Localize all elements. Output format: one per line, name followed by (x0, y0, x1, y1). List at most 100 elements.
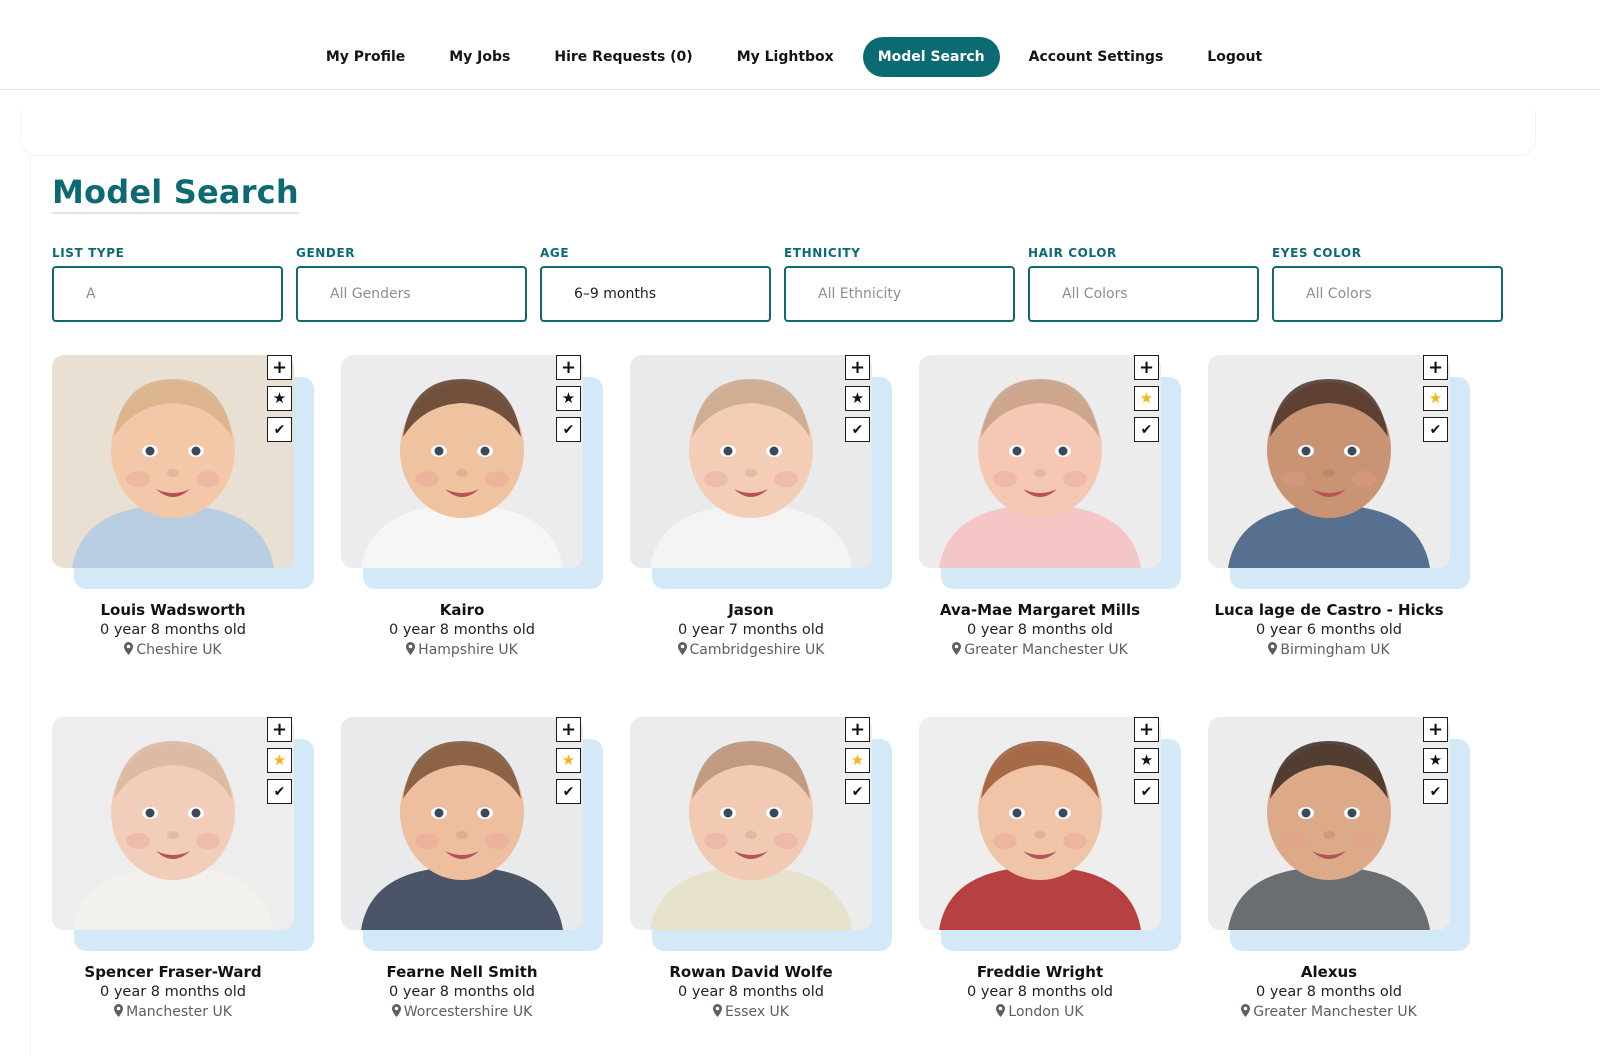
nav-account-settings[interactable]: Account Settings (1014, 37, 1179, 77)
location-text: Greater Manchester UK (1253, 1004, 1417, 1020)
add-to-list-button[interactable]: + (556, 717, 581, 742)
model-name[interactable]: Ava-Mae Margaret Mills (919, 601, 1161, 619)
model-card[interactable]: + ★ ✔ Jason 0 year 7 months old Cambridgeshir… (630, 355, 892, 675)
add-to-list-button[interactable]: + (845, 355, 870, 380)
model-photo[interactable] (341, 717, 583, 930)
filter-label: ETHNICITY (784, 246, 861, 260)
filter-ethnicity: ETHNICITY All Ethnicity (784, 246, 1015, 322)
model-location: Cheshire UK (52, 642, 294, 658)
model-card[interactable]: + ★ ✔ Alexus 0 year 8 months old Greater Manc… (1208, 717, 1470, 1037)
favorite-button[interactable]: ★ (556, 386, 581, 411)
filter-list-type: LIST TYPE A (52, 246, 283, 322)
select-button[interactable]: ✔ (556, 417, 581, 442)
model-photo[interactable] (919, 717, 1161, 930)
model-photo[interactable] (630, 717, 872, 930)
eyes-color-select[interactable]: All Colors (1272, 266, 1503, 322)
model-card[interactable]: + ★ ✔ Spencer Fraser-Ward 0 year 8 months ol… (52, 717, 314, 1037)
add-to-list-button[interactable]: + (845, 717, 870, 742)
plus-icon: + (560, 356, 577, 378)
select-button[interactable]: ✔ (1423, 779, 1448, 804)
model-name[interactable]: Luca lage de Castro - Hicks (1208, 601, 1450, 619)
favorite-button[interactable]: ★ (845, 386, 870, 411)
nav-hire-requests[interactable]: Hire Requests (0) (539, 37, 707, 77)
model-card[interactable]: + ★ ✔ Luca lage de Castro - Hicks 0 year 6 m… (1208, 355, 1470, 675)
location-text: Birmingham UK (1280, 642, 1390, 658)
add-to-list-button[interactable]: + (556, 355, 581, 380)
select-button[interactable]: ✔ (267, 779, 292, 804)
location-text: Manchester UK (126, 1004, 232, 1020)
model-card[interactable]: + ★ ✔ Kairo 0 year 8 months old Hampshire UK (341, 355, 603, 675)
model-name[interactable]: Jason (630, 601, 872, 619)
model-location: Essex UK (630, 1004, 872, 1020)
ethnicity-select[interactable]: All Ethnicity (784, 266, 1015, 322)
model-card[interactable]: + ★ ✔ Ava-Mae Margaret Mills 0 year 8 months… (919, 355, 1181, 675)
hair-color-select[interactable]: All Colors (1028, 266, 1259, 322)
card-actions: + ★ ✔ (267, 355, 292, 442)
location-text: Worcestershire UK (403, 1004, 533, 1020)
list-type-select[interactable]: A (52, 266, 283, 322)
model-name[interactable]: Fearne Nell Smith (341, 963, 583, 981)
add-to-list-button[interactable]: + (1134, 717, 1159, 742)
model-name[interactable]: Louis Wadsworth (52, 601, 294, 619)
location-text: Essex UK (725, 1004, 789, 1020)
model-photo[interactable] (919, 355, 1161, 568)
model-photo[interactable] (341, 355, 583, 568)
nav-model-search[interactable]: Model Search (862, 36, 1000, 77)
model-card[interactable]: + ★ ✔ Rowan David Wolfe 0 year 8 months old E… (630, 717, 892, 1037)
select-button[interactable]: ✔ (1134, 417, 1159, 442)
favorite-button[interactable]: ★ (845, 748, 870, 773)
model-card[interactable]: + ★ ✔ Freddie Wright 0 year 8 months old Lond… (919, 717, 1181, 1037)
add-to-list-button[interactable]: + (1423, 717, 1448, 742)
favorite-button[interactable]: ★ (1423, 386, 1448, 411)
nav-my-profile[interactable]: My Profile (311, 37, 420, 77)
filter-hair-color: HAIR COLOR All Colors (1028, 246, 1259, 322)
select-button[interactable]: ✔ (845, 417, 870, 442)
model-name[interactable]: Kairo (341, 601, 583, 619)
favorite-button[interactable]: ★ (1134, 386, 1159, 411)
favorite-button[interactable]: ★ (267, 386, 292, 411)
model-photo[interactable] (630, 355, 872, 568)
check-icon: ✔ (273, 783, 286, 800)
location-text: Cambridgeshire UK (689, 642, 825, 658)
model-age: 0 year 8 months old (967, 622, 1113, 638)
add-to-list-button[interactable]: + (267, 355, 292, 380)
favorite-button[interactable]: ★ (267, 748, 292, 773)
top-navigation: My Profile My Jobs Hire Requests (0) My Lig… (0, 0, 1600, 90)
favorite-button[interactable]: ★ (556, 748, 581, 773)
select-button[interactable]: ✔ (1423, 417, 1448, 442)
favorite-button[interactable]: ★ (1134, 748, 1159, 773)
map-pin-icon (114, 1004, 126, 1020)
select-button[interactable]: ✔ (1134, 779, 1159, 804)
add-to-list-button[interactable]: + (267, 717, 292, 742)
model-photo[interactable] (1208, 717, 1450, 930)
check-icon: ✔ (1429, 421, 1442, 438)
model-photo[interactable] (52, 355, 294, 568)
check-icon: ✔ (851, 783, 864, 800)
nav-my-jobs[interactable]: My Jobs (434, 37, 525, 77)
add-to-list-button[interactable]: + (1134, 355, 1159, 380)
select-button[interactable]: ✔ (556, 779, 581, 804)
star-icon: ★ (1139, 751, 1154, 769)
model-card[interactable]: + ★ ✔ Fearne Nell Smith 0 year 8 months old W… (341, 717, 603, 1037)
nav-logout[interactable]: Logout (1192, 37, 1277, 77)
check-icon: ✔ (1140, 421, 1153, 438)
model-name[interactable]: Spencer Fraser-Ward (52, 963, 294, 981)
model-card[interactable]: + ★ ✔ Louis Wadsworth 0 year 8 months old Che… (52, 355, 314, 675)
select-button[interactable]: ✔ (267, 417, 292, 442)
nav-my-lightbox[interactable]: My Lightbox (722, 37, 849, 77)
model-name[interactable]: Alexus (1208, 963, 1450, 981)
age-select[interactable]: 6–9 months (540, 266, 771, 322)
model-name[interactable]: Freddie Wright (919, 963, 1161, 981)
plus-icon: + (560, 718, 577, 740)
model-location: Greater Manchester UK (1208, 1004, 1450, 1020)
add-to-list-button[interactable]: + (1423, 355, 1448, 380)
favorite-button[interactable]: ★ (1423, 748, 1448, 773)
gender-select[interactable]: All Genders (296, 266, 527, 322)
card-actions: + ★ ✔ (556, 355, 581, 442)
card-actions: + ★ ✔ (845, 717, 870, 804)
model-name[interactable]: Rowan David Wolfe (630, 963, 872, 981)
select-button[interactable]: ✔ (845, 779, 870, 804)
model-photo[interactable] (52, 717, 294, 930)
map-pin-icon (713, 1004, 725, 1020)
model-photo[interactable] (1208, 355, 1450, 568)
